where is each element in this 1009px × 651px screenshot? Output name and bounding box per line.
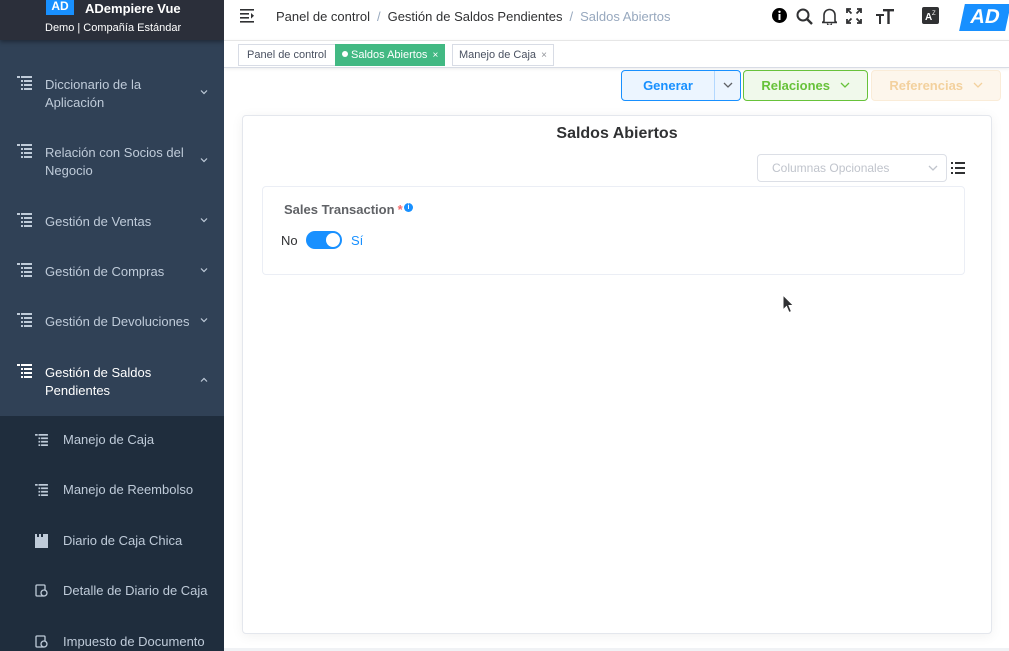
references-button[interactable]: Referencias [871, 70, 1001, 101]
app-logo[interactable]: AD [46, 0, 74, 15]
app-title[interactable]: ADempiere Vue [85, 1, 181, 16]
sidebar-item-business-partner[interactable]: Relación con Socios del Negocio [0, 144, 224, 182]
breadcrumb-separator: / [569, 9, 574, 24]
close-icon[interactable]: × [432, 50, 438, 61]
organization-label: Demo | Compañía Estándar [45, 22, 182, 34]
info-icon[interactable]: i [404, 203, 413, 212]
parameter-card: Sales Transaction * i No Sí [262, 186, 965, 275]
sidebar-item-label: Gestión de Saldos Pendientes [45, 365, 152, 398]
submenu-item-petty-cash-journal[interactable]: Diario de Caja Chica [0, 533, 224, 551]
sidebar-item-returns[interactable]: Gestión de Devoluciones [0, 313, 224, 333]
tree-list-icon [35, 434, 48, 446]
optional-columns-placeholder: Columnas Opcionales [772, 161, 890, 175]
sidebar-item-open-balances[interactable]: Gestión de Saldos Pendientes [0, 364, 224, 402]
submenu-item-document-tax[interactable]: Impuesto de Documento [0, 634, 224, 651]
chevron-down-icon [973, 82, 983, 88]
generate-label: Generar [643, 78, 693, 93]
sales-transaction-switch[interactable] [306, 231, 342, 249]
tree-list-icon [17, 213, 32, 227]
chevron-down-icon[interactable] [723, 82, 733, 89]
sales-transaction-label: Sales Transaction [284, 202, 395, 217]
field-label: Sales Transaction * [284, 202, 403, 217]
chevron-down-icon [840, 82, 850, 88]
language-icon[interactable]: AZ [922, 7, 939, 24]
panel-title: Saldos Abiertos [556, 125, 678, 142]
svg-text:Z: Z [932, 11, 936, 17]
active-dot-icon [342, 51, 348, 57]
chevron-down-icon [200, 268, 208, 273]
tags-view: Panel de control Saldos Abiertos × Manejo… [224, 40, 1009, 68]
sidebar-item-purchases[interactable]: Gestión de Compras [0, 263, 224, 283]
process-icon [35, 584, 48, 597]
switch-off-label[interactable]: No [281, 233, 298, 248]
sidebar: AD ADempiere Vue Demo | Compañía Estánda… [0, 0, 224, 651]
required-mark: * [397, 202, 403, 217]
submenu-item-refund-management[interactable]: Manejo de Reembolso [0, 482, 224, 500]
sidebar-item-sales[interactable]: Gestión de Ventas [0, 213, 224, 233]
switch-knob [326, 233, 340, 247]
breadcrumb-separator: / [376, 9, 381, 24]
chevron-down-icon [200, 158, 208, 163]
submenu-item-label: Manejo de Reembolso [63, 482, 194, 497]
sidebar-item-label: Gestión de Compras [45, 264, 165, 279]
sidebar-item-label: Gestión de Ventas [45, 214, 152, 229]
tag-dashboard[interactable]: Panel de control [238, 44, 336, 66]
breadcrumb: Panel de control / Gestión de Saldos Pendi… [276, 9, 670, 24]
optional-columns-select[interactable]: Columnas Opcionales [757, 154, 947, 182]
tree-list-icon [17, 263, 32, 277]
submenu-item-label: Detalle de Diario de Caja [63, 583, 208, 598]
relations-label: Relaciones [761, 78, 831, 93]
tree-list-icon [17, 313, 32, 327]
submenu-item-label: Impuesto de Documento [63, 634, 205, 649]
bell-icon[interactable] [822, 8, 837, 25]
process-icon [35, 635, 48, 648]
sidebar-item-label: Relación con Socios del Negocio [45, 145, 184, 178]
sidebar-item-application-dictionary[interactable]: Diccionario de la Aplicación [0, 76, 224, 114]
tree-list-icon [35, 484, 48, 496]
hamburger-icon[interactable] [240, 9, 256, 23]
chevron-down-icon [928, 165, 938, 171]
close-icon[interactable]: × [541, 50, 547, 61]
sidebar-item-label: Diccionario de la Aplicación [45, 77, 142, 110]
list-icon[interactable] [951, 162, 965, 174]
breadcrumb-item-current: Saldos Abiertos [580, 9, 671, 24]
top-navbar: Panel de control / Gestión de Saldos Pendi… [224, 0, 1009, 38]
search-icon[interactable] [796, 8, 813, 25]
breadcrumb-item-open-balances-management[interactable]: Gestión de Saldos Pendientes [388, 9, 563, 24]
sidebar-item-label: Gestión de Devoluciones [45, 314, 190, 329]
tag-cash-management[interactable]: Manejo de Caja × [452, 44, 554, 66]
submenu: Manejo de Caja Manejo de Reembolso Diari… [0, 416, 224, 651]
brand-logo[interactable]: AD [959, 4, 1009, 31]
generate-button[interactable]: Generar [621, 70, 741, 101]
relations-button[interactable]: Relaciones [743, 70, 868, 101]
switch-on-label[interactable]: Sí [351, 233, 363, 248]
document-icon [35, 534, 48, 548]
chevron-down-icon [200, 318, 208, 323]
mouse-cursor-icon [782, 294, 794, 314]
submenu-item-label: Diario de Caja Chica [63, 533, 183, 548]
tag-open-balances[interactable]: Saldos Abiertos × [335, 44, 446, 66]
chevron-up-icon [200, 377, 208, 382]
tag-label: Manejo de Caja [459, 49, 537, 61]
submenu-item-label: Manejo de Caja [63, 432, 155, 447]
process-panel: Saldos Abiertos Columnas Opcionales Sale… [242, 115, 992, 634]
submenu-item-cash-management[interactable]: Manejo de Caja [0, 432, 224, 450]
tree-list-icon [17, 364, 32, 378]
text-size-icon[interactable] [876, 8, 894, 25]
submenu-item-cash-journal-detail[interactable]: Detalle de Diario de Caja [0, 583, 224, 601]
tag-label: Panel de control [247, 49, 327, 61]
button-divider [714, 71, 715, 100]
chevron-down-icon [200, 90, 208, 95]
info-icon[interactable] [772, 8, 787, 23]
breadcrumb-item-dashboard[interactable]: Panel de control [276, 9, 370, 24]
tree-list-icon [17, 144, 32, 158]
fullscreen-icon[interactable] [846, 8, 862, 24]
chevron-down-icon [200, 218, 208, 223]
tag-label: Saldos Abiertos [351, 49, 428, 61]
references-label: Referencias [889, 78, 964, 93]
tree-list-icon [17, 76, 32, 90]
sidebar-header: AD ADempiere Vue Demo | Compañía Estánda… [0, 0, 224, 40]
